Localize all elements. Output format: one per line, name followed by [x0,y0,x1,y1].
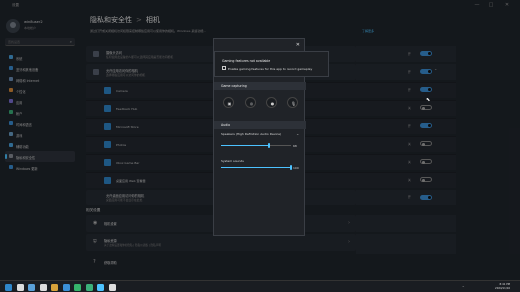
system-volume-slider[interactable] [221,165,292,170]
record-last-button[interactable]: ◎ [245,97,256,108]
slider-fill [221,167,291,168]
microphone-icon: 🎙 [290,100,297,106]
tray-overflow-icon[interactable]: ^ [462,285,465,289]
slider-fill [221,145,269,146]
device-volume-value: 68 [293,143,297,148]
mouse-cursor: ⬉ [426,97,431,103]
game-bar-capture-widget: ✕ Gaming features not available Enable g… [213,38,329,236]
warning-title: Gaming features not available [222,59,271,63]
taskbar-app-icon[interactable] [62,283,70,291]
record-last-icon: ◎ [249,100,254,106]
slider-thumb[interactable] [267,143,270,148]
capture-title: Game capturing [221,84,247,88]
audio-device-label[interactable]: Speakers (High Definition Audio Device) [221,132,281,136]
taskbar-app-icon[interactable] [108,283,116,291]
screenshot-icon: ▣ [227,100,232,106]
chevron-down-icon[interactable]: ⌄ [296,131,299,136]
taskbar: ^ 8:41 PM 2024/11/16 [0,280,520,292]
taskbar-app-icon[interactable] [5,283,12,291]
slider-thumb[interactable] [290,165,292,170]
taskbar-app-icon[interactable] [85,283,93,291]
close-icon[interactable]: ✕ [296,42,300,48]
microphone-button[interactable]: 🎙 [287,97,298,108]
system-sounds-label: System sounds [221,159,244,163]
capture-header: Game capturing [214,82,306,90]
clock-date: 2024/11/16 [495,286,510,290]
taskbar-app-icon[interactable] [39,283,47,291]
device-volume-slider[interactable] [221,143,291,148]
record-icon: ● [270,100,275,106]
audio-title: Audio [221,123,231,127]
clock[interactable]: 8:41 PM 2024/11/16 [495,283,510,291]
taskbar-app-icon[interactable] [74,283,81,291]
enable-gaming-label[interactable]: Enable gaming features for this app to r… [228,67,312,71]
enable-gaming-checkbox[interactable] [222,66,226,70]
taskbar-app-icon[interactable] [97,283,104,291]
system-volume-value: 100 [293,165,299,170]
gaming-warning-popup: Gaming features not available Enable gam… [214,51,329,77]
taskbar-app-icon[interactable] [28,283,35,291]
taskbar-app-icon[interactable] [51,283,58,291]
audio-header: Audio [214,121,306,129]
screenshot-button[interactable]: ▣ [223,97,234,108]
start-recording-button[interactable]: ● [266,97,277,108]
taskbar-app-icon[interactable] [16,283,24,291]
